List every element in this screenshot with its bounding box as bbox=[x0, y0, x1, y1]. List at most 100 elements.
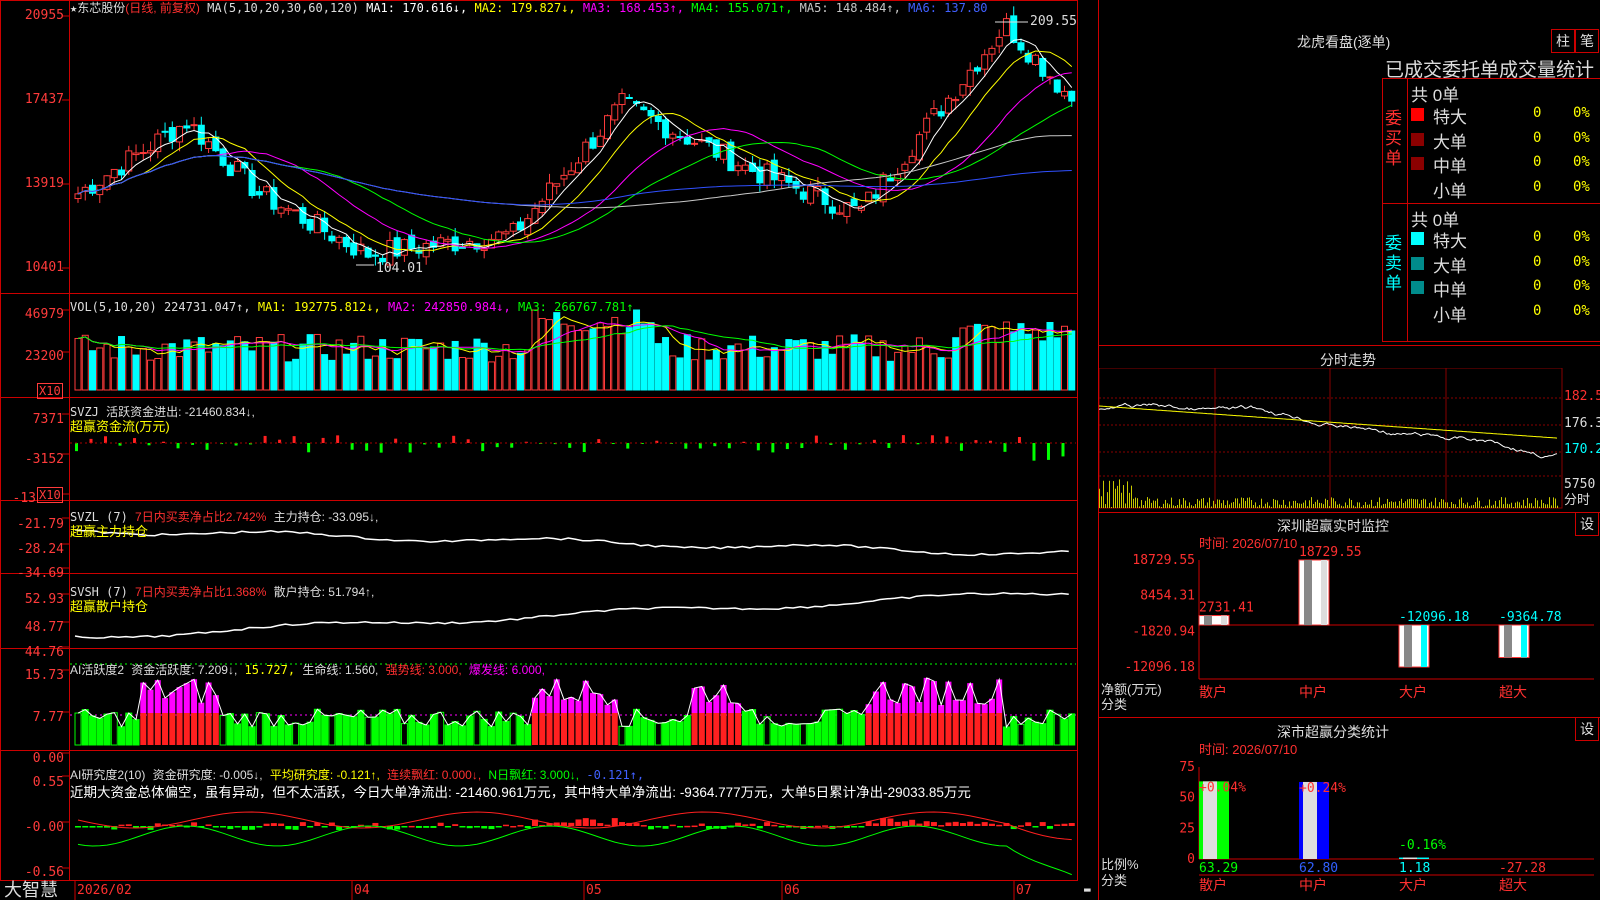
intraday-vol-bar bbox=[1405, 501, 1406, 508]
research-bar bbox=[154, 823, 161, 826]
intraday-vol-bar bbox=[1417, 499, 1418, 508]
retail-hold-line bbox=[74, 591, 1069, 639]
lock-icon[interactable]: ▬ bbox=[1084, 883, 1091, 897]
intraday-vol-bar bbox=[1289, 501, 1290, 508]
intraday-vol-bar bbox=[1163, 503, 1164, 508]
intraday-vol-bar bbox=[1497, 506, 1498, 508]
right-panel: 龙虎看盘(逐单) 柱 笔 已成交委托单成交量统计 委买单 委卖单 共 0单 特大… bbox=[1098, 0, 1600, 900]
research-bar bbox=[270, 823, 277, 826]
research-bar bbox=[568, 822, 575, 826]
tick-mode-button[interactable]: 笔 bbox=[1575, 29, 1599, 53]
active-bar-top bbox=[183, 683, 190, 713]
volume-bar bbox=[1039, 340, 1047, 391]
volume-bar bbox=[393, 358, 401, 391]
candle-body bbox=[741, 164, 749, 171]
intraday-vol-bar bbox=[1549, 497, 1550, 508]
candle-body bbox=[139, 152, 147, 155]
intraday-vol-bar bbox=[1273, 498, 1274, 508]
intraday-vol-bar bbox=[1543, 503, 1544, 508]
candle-body bbox=[662, 119, 670, 139]
intraday-vol-bar bbox=[1451, 501, 1452, 508]
active-bar-base bbox=[568, 713, 575, 745]
volume-bar bbox=[596, 322, 604, 391]
active-bar bbox=[328, 715, 336, 746]
research-bar bbox=[307, 826, 314, 828]
svzl-header: SVZL (7) 7日内买卖净占比2.742% 主力持仓: -33.095↓, bbox=[70, 510, 378, 524]
research-bar bbox=[822, 825, 829, 827]
intraday-vol-bar bbox=[1407, 499, 1408, 508]
intraday-vol-bar bbox=[1207, 502, 1208, 508]
active-bar bbox=[1046, 709, 1054, 746]
chart-area[interactable]: ★东芯股份(日线, 前复权) MA(5,10,20,30,60,120) MA1… bbox=[0, 0, 1091, 900]
research-avg-line bbox=[77, 811, 1072, 841]
svsh-hold: 散户持仓: 51.794↑, bbox=[273, 585, 375, 599]
intraday-vol-bar bbox=[1473, 504, 1474, 508]
flow-bar bbox=[1046, 443, 1050, 460]
order-row: 特大 0 0% bbox=[1409, 227, 1600, 251]
intraday-vol-bar bbox=[1305, 500, 1306, 508]
flow-bar bbox=[466, 439, 470, 443]
volume-bar bbox=[1068, 330, 1076, 391]
volume-bar bbox=[618, 333, 626, 391]
active-bar bbox=[335, 713, 343, 746]
svzj-header: SVZJ 活跃资金进出: -21460.834↓, bbox=[70, 405, 255, 419]
intraday-vol-bar bbox=[1297, 503, 1298, 508]
svzj-y-label: 7371 bbox=[32, 412, 64, 427]
ma1-value: MA1: 170.616↓, bbox=[366, 1, 468, 15]
active-bar-top bbox=[539, 688, 546, 713]
research-bar bbox=[473, 826, 480, 828]
candle-body bbox=[292, 209, 300, 212]
intraday-vol-bar bbox=[1353, 505, 1354, 508]
research-bar bbox=[698, 823, 705, 826]
monitor-bar-edge bbox=[1521, 625, 1527, 658]
volume-bar bbox=[524, 349, 532, 391]
active-bar bbox=[625, 725, 633, 746]
candle-body bbox=[966, 69, 974, 87]
intraday-vol-bar bbox=[1171, 497, 1172, 508]
candle-body bbox=[480, 248, 488, 252]
volume-bar bbox=[89, 350, 97, 391]
research-bar bbox=[285, 826, 292, 830]
active-bar bbox=[669, 718, 677, 746]
intraday-vol-bar bbox=[1113, 481, 1114, 508]
stock-name[interactable]: 东芯股份 bbox=[77, 1, 125, 15]
intraday-vol-bar bbox=[1509, 504, 1510, 508]
volume-bar bbox=[1060, 325, 1068, 391]
research-bar bbox=[234, 826, 241, 828]
intraday-vol-bar bbox=[1489, 499, 1490, 508]
intraday-vol-bar bbox=[1197, 499, 1198, 508]
intraday-vol-bar bbox=[1487, 505, 1488, 508]
intraday-vol-bar bbox=[1209, 497, 1210, 508]
intraday-vol-bar bbox=[1193, 506, 1194, 508]
vol-value: 224731.047↑, bbox=[163, 300, 251, 314]
bar-mode-button[interactable]: 柱 bbox=[1551, 29, 1575, 53]
intraday-vol-bar bbox=[1159, 506, 1160, 508]
candle-body bbox=[1017, 42, 1025, 51]
candle-body bbox=[654, 115, 662, 122]
candle-body bbox=[553, 183, 561, 187]
active-bar-top bbox=[735, 703, 742, 713]
intraday-vol-bar bbox=[1491, 505, 1492, 508]
volume-bar bbox=[96, 347, 104, 391]
intraday-vol-bar bbox=[1397, 505, 1398, 508]
active-bar-top bbox=[727, 702, 734, 713]
intraday-chart[interactable] bbox=[1099, 368, 1600, 514]
class-category-label: 中户 bbox=[1299, 877, 1327, 894]
period-label[interactable]: (日线, 前复权) bbox=[125, 1, 200, 15]
intraday-vol-bar bbox=[1179, 499, 1180, 508]
active-bar bbox=[444, 724, 452, 746]
intraday-vol-bar bbox=[1527, 497, 1528, 508]
volume-bar bbox=[321, 354, 329, 391]
color-swatch bbox=[1411, 281, 1424, 294]
ai-active-strong: 强势线: 3.000, bbox=[385, 663, 462, 677]
volume-bar bbox=[234, 336, 242, 391]
volume-bar bbox=[147, 359, 155, 391]
research-bar bbox=[887, 818, 894, 826]
research-bar bbox=[691, 825, 698, 828]
active-bar bbox=[226, 713, 234, 746]
intraday-vol-bar bbox=[1423, 498, 1424, 508]
intraday-tag[interactable]: 分时 bbox=[1564, 493, 1590, 507]
active-bar bbox=[509, 712, 517, 746]
active-bar-top bbox=[560, 699, 567, 713]
intraday-title: 分时走势 bbox=[1320, 352, 1376, 368]
